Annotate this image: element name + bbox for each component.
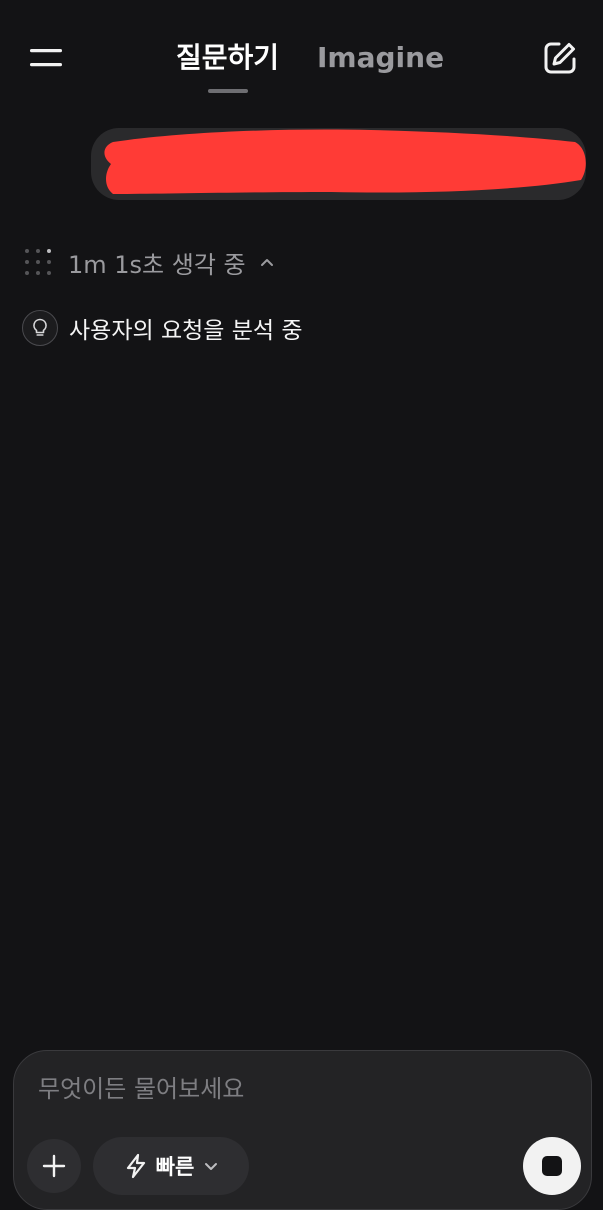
model-mode-selector[interactable]: 빠른 xyxy=(93,1137,249,1195)
thinking-step: 사용자의 요청을 분석 중 xyxy=(22,308,303,348)
mode-tabs: 질문하기 Imagine xyxy=(0,36,603,86)
prompt-input[interactable] xyxy=(38,1069,558,1109)
composer: 빠른 xyxy=(13,1050,592,1210)
top-bar: 질문하기 Imagine xyxy=(0,0,603,110)
step-label: 사용자의 요청을 분석 중 xyxy=(69,318,303,344)
lightbulb-icon xyxy=(22,310,58,346)
thinking-status-text: 1m 1s초 생각 중 xyxy=(68,250,246,279)
mode-label: 빠른 xyxy=(155,1155,195,1179)
compose-icon xyxy=(544,42,576,74)
thinking-status-toggle[interactable]: 1m 1s초 생각 중 xyxy=(24,240,274,284)
plus-icon xyxy=(42,1154,66,1178)
chevron-up-icon xyxy=(260,259,273,266)
tab-imagine[interactable]: Imagine xyxy=(317,36,444,80)
attach-button[interactable] xyxy=(27,1139,81,1193)
stop-generation-button[interactable] xyxy=(523,1137,581,1195)
lightning-icon xyxy=(126,1153,145,1179)
dots-grid-icon xyxy=(25,249,51,275)
user-message-bubble xyxy=(91,128,586,200)
tab-ask[interactable]: 질문하기 xyxy=(176,36,279,80)
chevron-down-icon xyxy=(205,1163,218,1170)
stop-icon xyxy=(542,1156,562,1176)
redaction-scribble xyxy=(104,129,586,194)
new-chat-button[interactable] xyxy=(538,36,582,80)
active-tab-indicator xyxy=(208,89,248,93)
